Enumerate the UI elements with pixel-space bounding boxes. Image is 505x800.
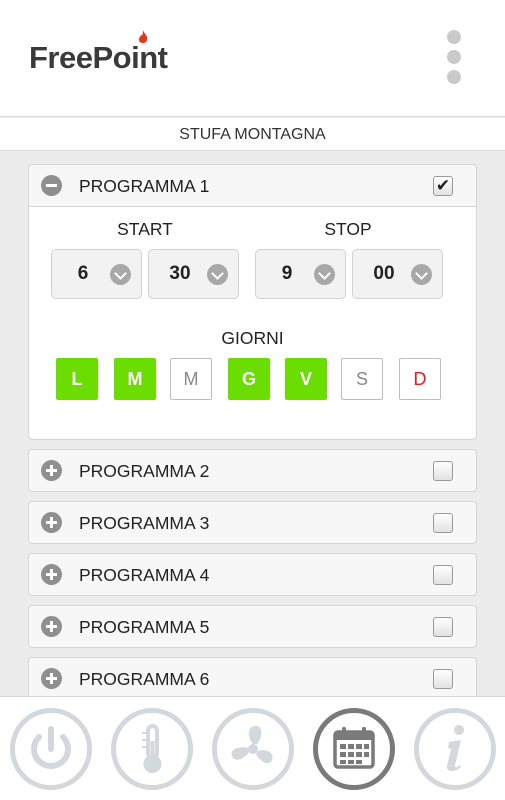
nav-power-button[interactable] (10, 708, 92, 790)
app-header: FreePoint (0, 0, 505, 117)
calendar-icon (333, 727, 375, 769)
program-1-panel: PROGRAMMA 1 ✔ START STOP 6 30 9 00 GIORN (28, 164, 477, 440)
program-5-panel[interactable]: PROGRAMMA 5 (28, 605, 477, 648)
program-2-checkbox[interactable] (433, 461, 453, 481)
start-hour-select[interactable]: 6 (51, 249, 142, 299)
stop-minute-select[interactable]: 00 (352, 249, 443, 299)
day-toggle-giovedi[interactable]: G (228, 358, 270, 400)
program-2-title: PROGRAMMA 2 (79, 461, 210, 481)
program-4-checkbox[interactable] (433, 565, 453, 585)
day-toggle-sabato[interactable]: S (341, 358, 383, 400)
program-4-panel[interactable]: PROGRAMMA 4 (28, 553, 477, 596)
kebab-menu-icon[interactable] (440, 30, 468, 86)
day-toggle-domenica[interactable]: D (399, 358, 441, 400)
start-minute-select[interactable]: 30 (148, 249, 239, 299)
program-5-title: PROGRAMMA 5 (79, 617, 210, 637)
chevron-down-icon (207, 264, 228, 285)
fan-icon (231, 725, 273, 764)
day-toggle-venerdi[interactable]: V (285, 358, 327, 400)
thermometer-icon (142, 724, 162, 773)
stop-minute-value: 00 (373, 263, 395, 284)
program-1-title: PROGRAMMA 1 (79, 176, 210, 196)
program-3-checkbox[interactable] (433, 513, 453, 533)
day-toggle-lunedi[interactable]: L (56, 358, 98, 400)
program-3-panel[interactable]: PROGRAMMA 3 (28, 501, 477, 544)
start-minute-value: 30 (169, 263, 191, 284)
nav-fan-button[interactable] (212, 708, 294, 790)
expand-plus-icon[interactable] (41, 512, 62, 533)
chevron-down-icon (314, 264, 335, 285)
expand-plus-icon[interactable] (41, 668, 62, 689)
program-6-title: PROGRAMMA 6 (79, 669, 210, 689)
nav-temperature-button[interactable] (111, 708, 193, 790)
bottom-navigation (0, 696, 505, 800)
stop-hour-select[interactable]: 9 (255, 249, 346, 299)
nav-calendar-button[interactable] (313, 708, 395, 790)
program-3-title: PROGRAMMA 3 (79, 513, 210, 533)
program-list[interactable]: PROGRAMMA 1 ✔ START STOP 6 30 9 00 GIORN (0, 152, 505, 696)
expand-plus-icon[interactable] (41, 460, 62, 481)
power-icon (31, 726, 71, 770)
info-icon (446, 725, 464, 771)
stop-label: STOP (324, 219, 372, 239)
program-1-body: START STOP 6 30 9 00 GIORNI L M M G V S … (29, 206, 476, 438)
device-name: STUFA MONTAGNA (0, 118, 505, 151)
expand-plus-icon[interactable] (41, 616, 62, 637)
start-hour-value: 6 (77, 263, 89, 284)
chevron-down-icon (110, 264, 131, 285)
day-toggle-mercoledi[interactable]: M (170, 358, 212, 400)
start-label: START (117, 219, 173, 239)
program-6-panel[interactable]: PROGRAMMA 6 (28, 657, 477, 696)
program-1-checkbox[interactable]: ✔ (433, 176, 453, 196)
program-5-checkbox[interactable] (433, 617, 453, 637)
program-1-header[interactable]: PROGRAMMA 1 ✔ (29, 165, 476, 206)
stop-hour-value: 9 (281, 263, 293, 284)
collapse-minus-icon[interactable] (41, 175, 62, 196)
nav-info-button[interactable] (414, 708, 496, 790)
day-toggle-martedi[interactable]: M (114, 358, 156, 400)
program-4-title: PROGRAMMA 4 (79, 565, 210, 585)
flame-icon (138, 30, 148, 43)
days-label: GIORNI (221, 328, 284, 348)
expand-plus-icon[interactable] (41, 564, 62, 585)
program-6-checkbox[interactable] (433, 669, 453, 689)
chevron-down-icon (411, 264, 432, 285)
program-2-panel[interactable]: PROGRAMMA 2 (28, 449, 477, 492)
